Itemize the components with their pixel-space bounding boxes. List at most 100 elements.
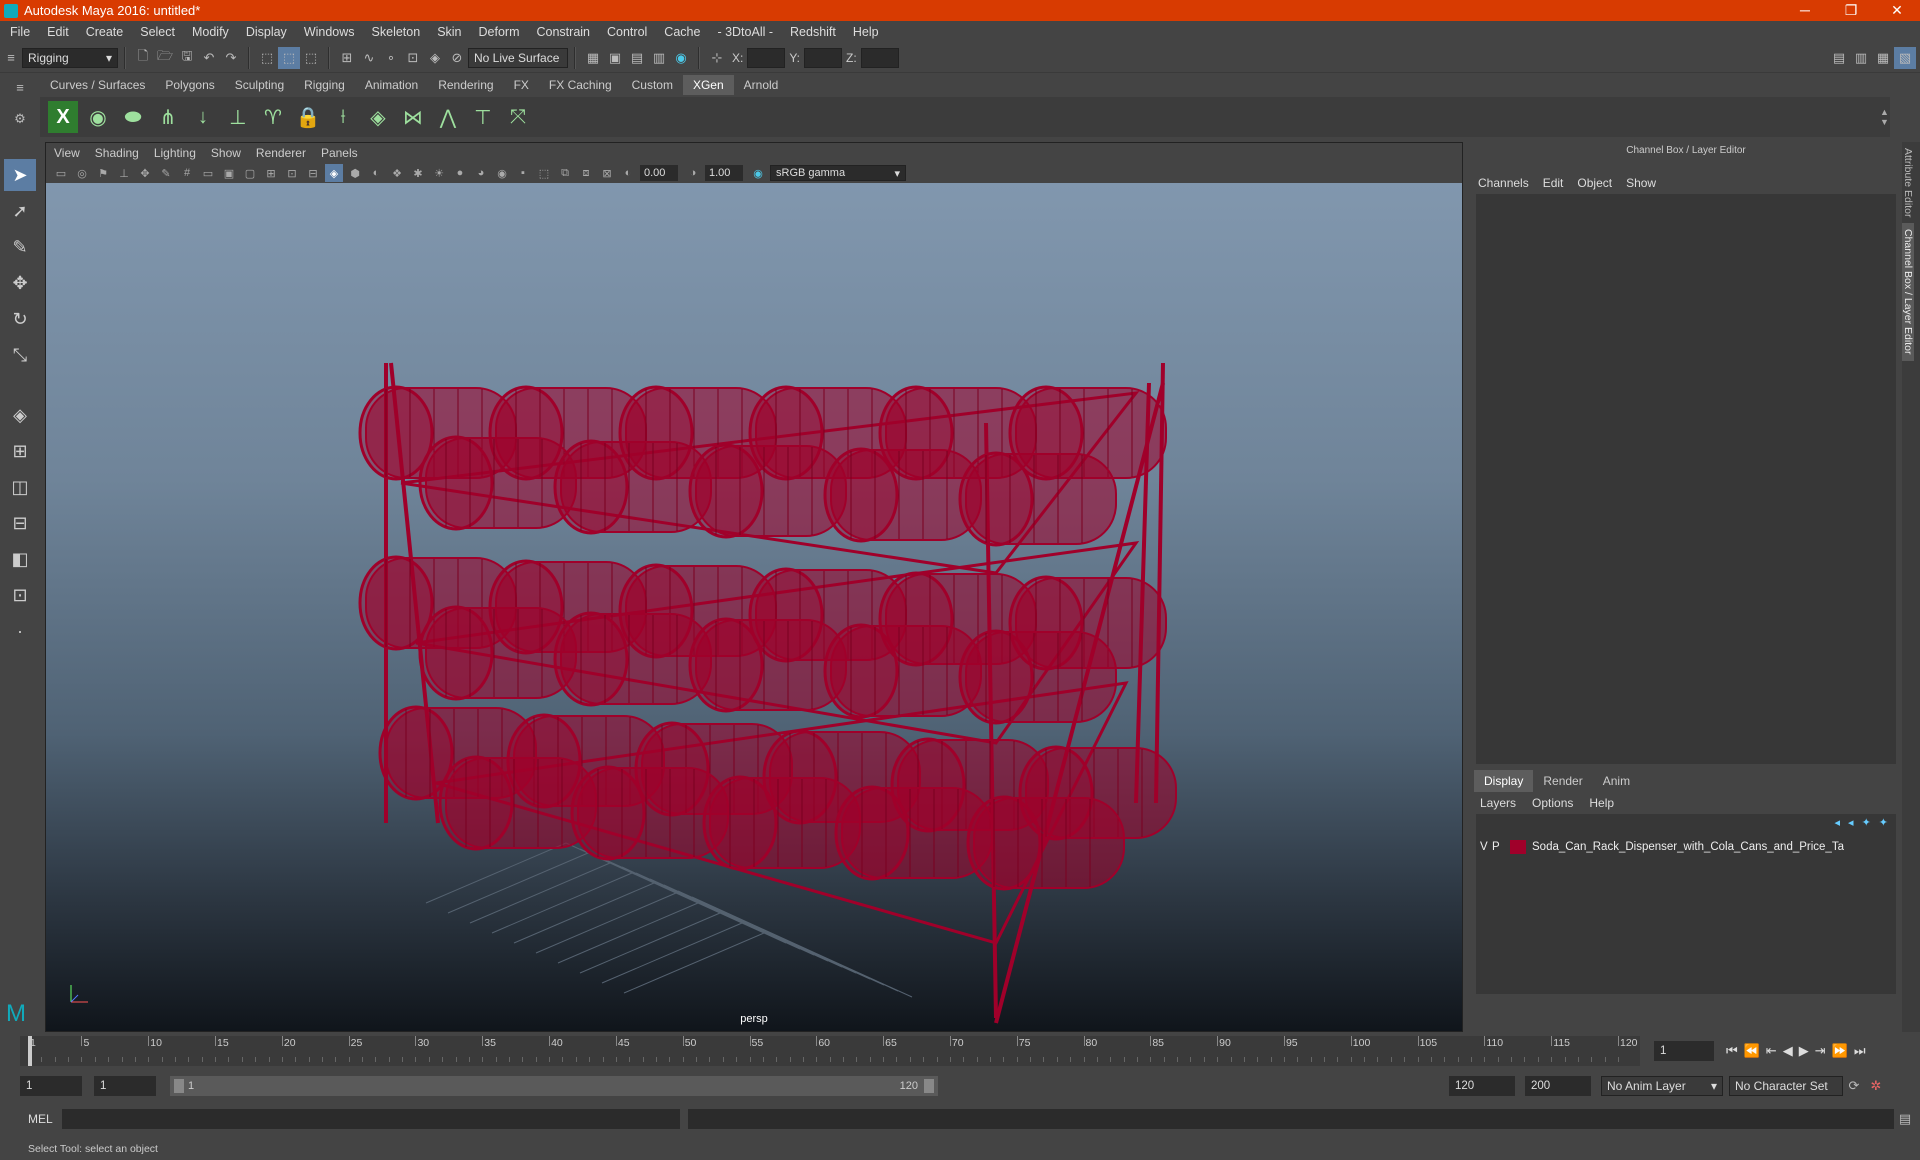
menu-display[interactable]: Display — [246, 25, 287, 39]
color-management-icon[interactable]: ◉ — [749, 164, 767, 182]
gate-mask-icon[interactable]: ▢ — [241, 164, 259, 182]
render-frame-icon[interactable]: ▣ — [604, 47, 626, 69]
go-to-start-icon[interactable]: ⏮ — [1726, 1043, 1738, 1059]
current-frame-field[interactable]: 1 — [1654, 1041, 1714, 1061]
channel-list[interactable] — [1476, 194, 1896, 764]
layer-menu-help[interactable]: Help — [1589, 796, 1614, 810]
xgen-editor-icon[interactable]: X — [48, 101, 78, 133]
shelf-tab-custom[interactable]: Custom — [622, 75, 683, 95]
range-bar[interactable]: 1 120 — [170, 1076, 938, 1096]
xgen-delete-icon[interactable]: ⤧ — [503, 101, 533, 133]
menu-create[interactable]: Create — [86, 25, 124, 39]
transform-mode-icon[interactable]: ⊹ — [706, 47, 728, 69]
channel-box-toggle-icon[interactable]: ▧ — [1894, 46, 1916, 69]
command-input[interactable] — [62, 1109, 680, 1129]
move-layer-down-icon[interactable]: ◂ — [1848, 816, 1854, 829]
range-end-handle[interactable] — [924, 1079, 934, 1093]
snap-point-icon[interactable]: ∘ — [380, 47, 402, 69]
bookmark-icon[interactable]: ⚑ — [94, 164, 112, 182]
range-start-handle[interactable] — [174, 1079, 184, 1093]
exposure-field[interactable]: 0.00 — [640, 165, 678, 181]
undo-icon[interactable]: ↶ — [198, 47, 220, 69]
attribute-editor-tab[interactable]: Attribute Editor — [1902, 142, 1914, 223]
menu-control[interactable]: Control — [607, 25, 647, 39]
vp-menu-renderer[interactable]: Renderer — [256, 146, 306, 160]
current-time-marker[interactable] — [28, 1036, 32, 1066]
depth-of-field-icon[interactable]: ▪ — [514, 164, 532, 182]
xgen-create-description-icon[interactable]: ⬬ — [118, 101, 148, 133]
side-by-side-layout-icon[interactable]: ◫ — [4, 471, 36, 503]
snap-curve-icon[interactable]: ∿ — [358, 47, 380, 69]
field-chart-icon[interactable]: ⊞ — [262, 164, 280, 182]
minimize-button[interactable]: ─ — [1782, 2, 1828, 19]
vp-menu-show[interactable]: Show — [211, 146, 241, 160]
shelf-settings-icon[interactable]: ⚙ — [9, 108, 31, 130]
shelf-tab-rendering[interactable]: Rendering — [428, 75, 503, 95]
maximize-button[interactable]: ❐ — [1828, 2, 1874, 19]
wireframe-icon[interactable]: ◈ — [325, 164, 343, 182]
playback-end-field[interactable]: 120 — [1449, 1076, 1515, 1096]
select-object-icon[interactable]: ⬚ — [278, 46, 300, 69]
auto-key-icon[interactable]: ⟳ — [1843, 1075, 1865, 1097]
playback-start-field[interactable]: 1 — [94, 1076, 156, 1096]
live-surface-field[interactable]: No Live Surface — [468, 47, 568, 68]
select-tool-icon[interactable]: ➤ — [4, 159, 36, 191]
menu-cache[interactable]: Cache — [664, 25, 700, 39]
shadows-icon[interactable]: ☀ — [430, 164, 448, 182]
menu-redshift[interactable]: Redshift — [790, 25, 836, 39]
play-backward-icon[interactable]: ◀ — [1783, 1043, 1793, 1059]
outliner-layout-icon[interactable]: ⊡ — [4, 579, 36, 611]
menu-set-dropdown[interactable]: Rigging ▾ — [22, 47, 118, 68]
menu-skin[interactable]: Skin — [437, 25, 461, 39]
xgen-flat-icon[interactable]: ⊤ — [468, 101, 498, 133]
layer-row[interactable]: V P Soda_Can_Rack_Dispenser_with_Cola_Ca… — [1480, 838, 1892, 856]
gamma-icon[interactable]: ◑ — [684, 164, 702, 182]
menu-edit[interactable]: Edit — [47, 25, 69, 39]
attribute-editor-toggle-icon[interactable]: ▥ — [1850, 47, 1872, 69]
vp-menu-lighting[interactable]: Lighting — [154, 146, 196, 160]
render-settings-icon[interactable]: ▥ — [648, 47, 670, 69]
exposure-icon[interactable]: ◐ — [619, 164, 637, 182]
menu-select[interactable]: Select — [140, 25, 175, 39]
new-scene-icon[interactable]: 🗋 — [132, 47, 154, 69]
new-layer-selected-icon[interactable]: ✦ — [1879, 816, 1888, 829]
step-back-frame-icon[interactable]: ⇤ — [1766, 1043, 1777, 1059]
status-toggle-icon[interactable]: ≡ — [0, 47, 22, 69]
safe-title-icon[interactable]: ⊟ — [304, 164, 322, 182]
textured-icon[interactable]: ❖ — [388, 164, 406, 182]
two-d-pan-zoom-icon[interactable]: ✥ — [136, 164, 154, 182]
xgen-add-guide-icon[interactable]: ⊥ — [223, 101, 253, 133]
xgen-lock-icon[interactable]: 🔒 — [293, 101, 323, 133]
menu-help[interactable]: Help — [853, 25, 879, 39]
menu-modify[interactable]: Modify — [192, 25, 229, 39]
modeling-toolkit-icon[interactable]: ▤ — [1828, 47, 1850, 69]
ipr-render-icon[interactable]: ▤ — [626, 47, 648, 69]
single-view-layout-icon[interactable]: ◈ — [4, 399, 36, 431]
step-back-key-icon[interactable]: ⏪ — [1744, 1043, 1760, 1059]
anim-layer-dropdown[interactable]: No Anim Layer ▾ — [1601, 1076, 1723, 1096]
four-view-layout-icon[interactable]: ⊞ — [4, 435, 36, 467]
snap-live-icon[interactable]: ⊘ — [446, 47, 468, 69]
move-tool-icon[interactable]: ✥ — [4, 267, 36, 299]
more-layouts-icon[interactable]: · — [4, 615, 36, 647]
snap-view-icon[interactable]: ⊡ — [402, 47, 424, 69]
tool-settings-toggle-icon[interactable]: ▦ — [1872, 47, 1894, 69]
isolate-select-icon[interactable]: ⬚ — [535, 164, 553, 182]
cb-menu-edit[interactable]: Edit — [1543, 176, 1564, 190]
shelf-tab-fx-caching[interactable]: FX Caching — [539, 75, 622, 95]
save-scene-icon[interactable]: 🖫 — [176, 47, 198, 69]
cb-menu-object[interactable]: Object — [1577, 176, 1612, 190]
cb-menu-channels[interactable]: Channels — [1478, 176, 1529, 190]
y-field[interactable] — [804, 47, 843, 68]
film-gate-icon[interactable]: ▭ — [199, 164, 217, 182]
vp-menu-panels[interactable]: Panels — [321, 146, 358, 160]
persp-graph-layout-icon[interactable]: ⊟ — [4, 507, 36, 539]
motion-blur-icon[interactable]: ◕ — [472, 164, 490, 182]
layer-menu-options[interactable]: Options — [1532, 796, 1573, 810]
shelf-tab-curves-surfaces[interactable]: Curves / Surfaces — [40, 75, 155, 95]
grid-toggle-icon[interactable]: # — [178, 164, 196, 182]
layer-tab-anim[interactable]: Anim — [1593, 770, 1640, 792]
menu-constrain[interactable]: Constrain — [537, 25, 591, 39]
open-scene-icon[interactable]: 🗁 — [154, 47, 176, 69]
camera-attributes-icon[interactable]: ◎ — [73, 164, 91, 182]
